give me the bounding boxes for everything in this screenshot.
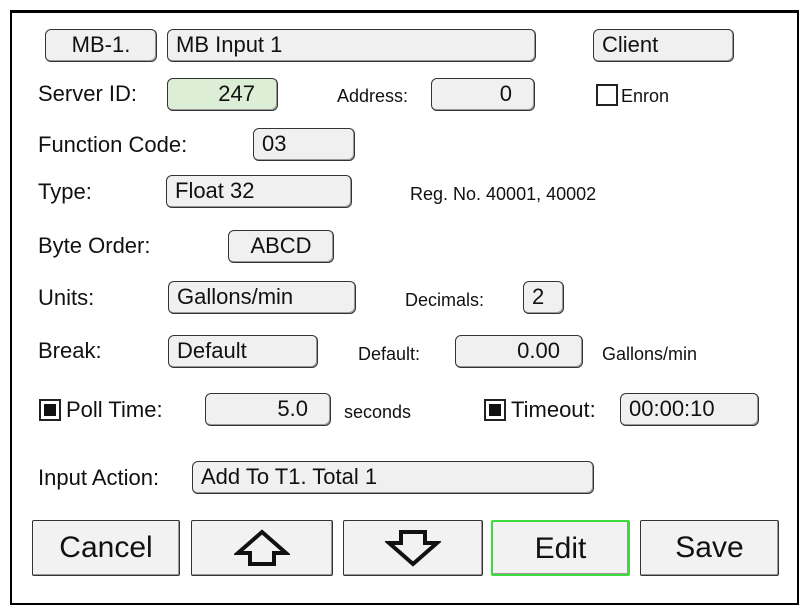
enron-label: Enron: [621, 86, 670, 106]
input-action-label: Input Action:: [38, 465, 160, 490]
input-number-field[interactable]: MB-1.: [45, 29, 157, 62]
function-code-label: Function Code:: [38, 132, 188, 157]
poll-time-field[interactable]: 5.0: [205, 393, 331, 426]
reg-no-text: Reg. No. 40001, 40002: [410, 184, 597, 204]
up-button[interactable]: [191, 520, 333, 576]
break-field[interactable]: Default: [168, 335, 318, 368]
enron-checkbox[interactable]: [596, 84, 618, 106]
default-label: Default:: [358, 344, 421, 364]
address-field[interactable]: 0: [431, 78, 535, 111]
seconds-text: seconds: [344, 402, 412, 422]
server-id-label: Server ID:: [38, 81, 138, 106]
down-button[interactable]: [343, 520, 483, 576]
break-label: Break:: [38, 338, 102, 363]
type-field[interactable]: Float 32: [166, 175, 352, 208]
decimals-field[interactable]: 2: [523, 281, 564, 314]
byte-order-label: Byte Order:: [38, 233, 151, 258]
decimals-label: Decimals:: [405, 290, 485, 310]
units-label: Units:: [38, 285, 95, 310]
type-label: Type:: [38, 179, 92, 204]
mode-field[interactable]: Client: [593, 29, 734, 62]
server-id-field[interactable]: 247: [167, 78, 278, 111]
address-label: Address:: [337, 86, 409, 106]
poll-time-checkbox[interactable]: [39, 399, 61, 421]
function-code-field[interactable]: 03: [253, 128, 355, 161]
input-name-field[interactable]: MB Input 1: [167, 29, 536, 62]
poll-time-label: Poll Time:: [66, 397, 163, 422]
byte-order-field[interactable]: ABCD: [228, 230, 334, 263]
timeout-checkbox[interactable]: [484, 399, 506, 421]
timeout-field[interactable]: 00:00:10: [620, 393, 759, 426]
default-units-text: Gallons/min: [602, 344, 698, 364]
up-arrow-icon: [234, 529, 290, 566]
down-arrow-icon: [385, 530, 441, 567]
save-button[interactable]: Save: [640, 520, 779, 576]
edit-button[interactable]: Edit: [491, 520, 630, 576]
input-action-field[interactable]: Add To T1. Total 1: [192, 461, 594, 494]
default-field[interactable]: 0.00: [455, 335, 583, 368]
timeout-label: Timeout:: [511, 397, 596, 422]
cancel-button[interactable]: Cancel: [32, 520, 180, 576]
units-field[interactable]: Gallons/min: [168, 281, 356, 314]
